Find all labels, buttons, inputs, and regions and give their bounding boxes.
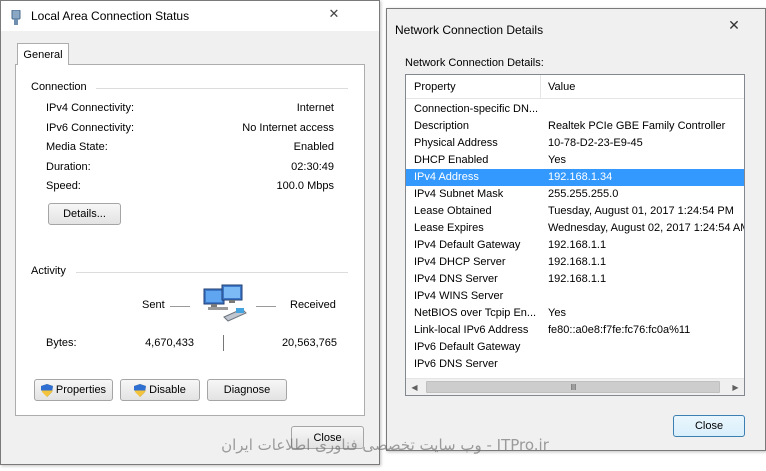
table-row[interactable]: IPv6 DNS Server bbox=[406, 356, 744, 373]
network-computers-icon bbox=[203, 284, 247, 322]
row-value: 192.168.1.1 bbox=[548, 239, 607, 251]
connection-group-label: Connection bbox=[31, 81, 93, 93]
row-property: IPv4 WINS Server bbox=[414, 290, 504, 302]
row-property: Link-local IPv6 Address bbox=[414, 324, 529, 336]
row-value: fe80::a0e8:f7fe:fc76:fc0a%11 bbox=[548, 324, 691, 336]
table-row[interactable]: NetBIOS over Tcpip En... Yes bbox=[406, 305, 744, 322]
bytes-received-value: 20,563,765 bbox=[281, 337, 337, 349]
row-value: Realtek PCIe GBE Family Controller bbox=[548, 120, 726, 132]
tab-general[interactable]: General bbox=[17, 43, 69, 65]
properties-label: Properties bbox=[55, 384, 107, 396]
title-bar: Local Area Connection Status ✕ bbox=[1, 1, 379, 31]
close-icon[interactable]: ✕ bbox=[311, 5, 357, 23]
speed-label: Speed: bbox=[46, 180, 81, 192]
properties-button[interactable]: Properties bbox=[34, 379, 113, 401]
table-row-selected[interactable]: IPv4 Address 192.168.1.34 bbox=[406, 169, 744, 186]
media-state-value: Enabled bbox=[293, 141, 334, 153]
scrollbar-thumb[interactable]: IIII bbox=[426, 381, 720, 393]
row-value: 192.168.1.1 bbox=[548, 256, 607, 268]
ipv6-connectivity-value: No Internet access bbox=[242, 122, 334, 134]
horizontal-scrollbar[interactable]: ◀ IIII ▶ bbox=[406, 378, 744, 395]
scroll-left-icon[interactable]: ◀ bbox=[406, 379, 423, 395]
row-property: Connection-specific DN... bbox=[414, 103, 539, 115]
row-value: 192.168.1.1 bbox=[548, 273, 607, 285]
table-row[interactable]: IPv4 Default Gateway 192.168.1.1 bbox=[406, 237, 744, 254]
table-row[interactable]: Link-local IPv6 Address fe80::a0e8:f7fe:f… bbox=[406, 322, 744, 339]
uac-shield-icon bbox=[40, 383, 53, 397]
table-row[interactable]: IPv4 Subnet Mask 255.255.255.0 bbox=[406, 186, 744, 203]
row-value: 10-78-D2-23-E9-45 bbox=[548, 137, 643, 149]
row-value: 255.255.255.0 bbox=[548, 188, 619, 200]
table-row[interactable]: Description Realtek PCIe GBE Family Contr… bbox=[406, 118, 744, 135]
row-property: Physical Address bbox=[414, 137, 498, 149]
watermark-text: ITPro.ir - وب سایت تخصصی فناوری اطلاعات … bbox=[221, 436, 549, 454]
disable-button[interactable]: Disable bbox=[120, 379, 200, 401]
row-property: IPv4 Default Gateway bbox=[414, 239, 521, 251]
details-list[interactable]: Property Value Connection-specific DN...… bbox=[405, 74, 745, 396]
row-property: NetBIOS over Tcpip En... bbox=[414, 307, 537, 319]
received-label: Received bbox=[290, 299, 336, 311]
network-adapter-icon bbox=[11, 10, 21, 25]
general-tab-panel: Connection IPv4 Connectivity: Internet I… bbox=[15, 64, 365, 416]
activity-group-label: Activity bbox=[31, 265, 72, 277]
table-row[interactable]: Physical Address 10-78-D2-23-E9-45 bbox=[406, 135, 744, 152]
local-area-connection-status-window: Local Area Connection Status ✕ General C… bbox=[0, 0, 380, 465]
row-property: IPv4 Address bbox=[414, 171, 479, 183]
sent-label: Sent bbox=[142, 299, 165, 311]
row-property: IPv6 DNS Server bbox=[414, 358, 498, 370]
row-property: IPv4 Subnet Mask bbox=[414, 188, 504, 200]
list-header: Property Value bbox=[406, 75, 744, 99]
ipv4-connectivity-label: IPv4 Connectivity: bbox=[46, 102, 135, 114]
row-value: Yes bbox=[548, 307, 566, 319]
column-header-property[interactable]: Property bbox=[414, 81, 456, 93]
details-button[interactable]: Details... bbox=[48, 203, 121, 225]
uac-shield-icon bbox=[134, 383, 147, 397]
table-row[interactable]: IPv4 DNS Server 192.168.1.1 bbox=[406, 271, 744, 288]
scroll-right-icon[interactable]: ▶ bbox=[727, 379, 744, 395]
column-header-value[interactable]: Value bbox=[548, 81, 575, 93]
row-property: IPv6 Default Gateway bbox=[414, 341, 521, 353]
table-row[interactable]: IPv6 Default Gateway bbox=[406, 339, 744, 356]
media-state-label: Media State: bbox=[46, 141, 108, 153]
received-line bbox=[256, 306, 276, 307]
duration-value: 02:30:49 bbox=[291, 161, 334, 173]
bytes-label: Bytes: bbox=[46, 337, 77, 349]
table-row[interactable]: Lease Expires Wednesday, August 02, 2017 … bbox=[406, 220, 744, 237]
row-value: Tuesday, August 01, 2017 1:24:54 PM bbox=[548, 205, 734, 217]
table-row[interactable]: Lease Obtained Tuesday, August 01, 2017 1… bbox=[406, 203, 744, 220]
table-row[interactable]: IPv4 DHCP Server 192.168.1.1 bbox=[406, 254, 744, 271]
row-property: IPv4 DNS Server bbox=[414, 273, 498, 285]
row-value: Wednesday, August 02, 2017 1:24:54 AM bbox=[548, 222, 745, 234]
bytes-sent-value: 4,670,433 bbox=[145, 337, 194, 349]
connection-group-divider bbox=[96, 88, 348, 89]
diagnose-button[interactable]: Diagnose bbox=[207, 379, 287, 401]
table-row[interactable]: DHCP Enabled Yes bbox=[406, 152, 744, 169]
speed-value: 100.0 Mbps bbox=[276, 180, 334, 192]
table-row[interactable]: Connection-specific DN... bbox=[406, 101, 744, 118]
row-property: Lease Obtained bbox=[414, 205, 492, 217]
network-connection-details-window: Network Connection Details ✕ Network Con… bbox=[386, 8, 766, 451]
table-row[interactable]: IPv4 WINS Server bbox=[406, 288, 744, 305]
link-line bbox=[223, 335, 224, 351]
row-property: Lease Expires bbox=[414, 222, 484, 234]
row-value: Yes bbox=[548, 154, 566, 166]
close-icon[interactable]: ✕ bbox=[711, 15, 757, 35]
row-value: 192.168.1.34 bbox=[548, 171, 613, 183]
sent-line bbox=[170, 306, 190, 307]
disable-label: Disable bbox=[149, 384, 186, 396]
window-title: Local Area Connection Status bbox=[31, 9, 190, 23]
row-property: Description bbox=[414, 120, 470, 132]
window-title: Network Connection Details bbox=[395, 23, 544, 37]
ipv6-connectivity-label: IPv6 Connectivity: bbox=[46, 122, 135, 134]
ipv4-connectivity-value: Internet bbox=[296, 102, 334, 114]
details-caption: Network Connection Details: bbox=[405, 57, 544, 69]
column-separator[interactable] bbox=[540, 75, 541, 99]
duration-label: Duration: bbox=[46, 161, 91, 173]
row-property: IPv4 DHCP Server bbox=[414, 256, 506, 268]
close-button[interactable]: Close bbox=[673, 415, 745, 437]
row-property: DHCP Enabled bbox=[414, 154, 489, 166]
activity-group-divider bbox=[76, 272, 348, 273]
